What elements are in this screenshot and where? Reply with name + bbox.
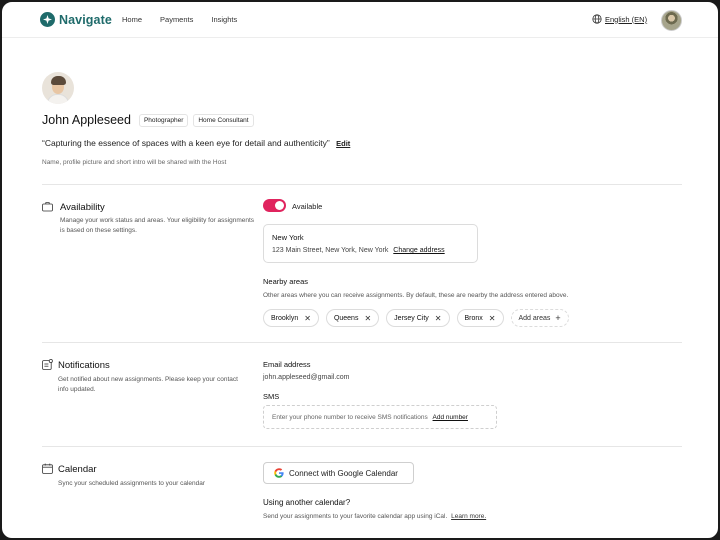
briefcase-icon	[42, 202, 53, 212]
brand-name: Navigate	[59, 12, 112, 27]
add-areas-button[interactable]: Add areas +	[510, 309, 569, 327]
profile-photo	[42, 72, 74, 104]
notification-icon	[42, 359, 53, 370]
availability-title: Availability	[60, 202, 105, 213]
remove-area-icon[interactable]: ✕	[489, 314, 496, 323]
area-chip-label: Bronx	[464, 314, 483, 322]
availability-toggle[interactable]	[263, 199, 286, 212]
area-chip-label: Queens	[333, 314, 359, 322]
language-selector[interactable]: English (EN)	[592, 14, 647, 24]
remove-area-icon[interactable]: ✕	[435, 314, 442, 323]
google-button-label: Connect with Google Calendar	[289, 468, 398, 478]
address-city: New York	[272, 233, 304, 242]
area-chips: Brooklyn ✕ Queens ✕ Jersey City ✕ Bronx ✕ Ad…	[263, 309, 576, 327]
add-number-link[interactable]: Add number	[433, 414, 468, 421]
profile-quote: “Capturing the essence of spaces with a …	[42, 138, 330, 148]
address-card: New York 123 Main Street, New York, New …	[263, 224, 478, 263]
email-label: Email address	[263, 360, 311, 369]
sms-placeholder: Enter your phone number to receive SMS n…	[272, 414, 428, 421]
notifications-title: Notifications	[58, 360, 110, 371]
nav-link-home[interactable]: Home	[122, 15, 142, 24]
other-calendar-description: Send your assignments to your favorite c…	[263, 513, 486, 520]
app-window: Navigate Home Payments Insights English …	[0, 0, 720, 540]
other-calendar-title: Using another calendar?	[263, 498, 351, 507]
section-divider	[42, 446, 682, 447]
top-navigation: Navigate Home Payments Insights English …	[2, 2, 718, 38]
calendar-description: Sync your scheduled assignments to your …	[58, 480, 206, 487]
plus-icon: +	[555, 313, 561, 323]
role-tag: Photographer	[138, 113, 189, 127]
globe-icon	[592, 14, 602, 24]
brand-logo[interactable]: Navigate	[40, 12, 112, 27]
remove-area-icon[interactable]: ✕	[364, 314, 371, 323]
ical-description: Send your assignments to your favorite c…	[263, 513, 448, 520]
profile-intro: “Capturing the essence of spaces with a …	[42, 138, 350, 148]
address-text: 123 Main Street, New York, New York	[272, 247, 389, 254]
profile-name: John Appleseed	[42, 113, 131, 127]
section-divider	[42, 184, 682, 185]
brand-logo-icon	[40, 12, 55, 27]
nav-links: Home Payments Insights	[122, 15, 255, 24]
area-chip: Bronx ✕	[456, 309, 504, 327]
profile-name-row: John Appleseed Photographer Home Consult…	[42, 113, 259, 127]
area-chip: Jersey City ✕	[386, 309, 450, 327]
calendar-icon	[42, 463, 53, 474]
add-areas-label: Add areas	[518, 314, 551, 322]
section-divider	[42, 342, 682, 343]
role-tag: Home Consultant	[193, 113, 254, 127]
change-address-link[interactable]: Change address	[393, 247, 444, 254]
remove-area-icon[interactable]: ✕	[304, 314, 311, 323]
nav-link-insights[interactable]: Insights	[211, 15, 237, 24]
connect-google-calendar-button[interactable]: Connect with Google Calendar	[263, 462, 414, 484]
area-chip: Queens ✕	[325, 309, 380, 327]
user-avatar[interactable]	[661, 10, 682, 31]
notifications-description: Get notified about new assignments. Plea…	[58, 376, 238, 393]
availability-description: Manage your work status and areas. Your …	[60, 217, 255, 234]
learn-more-link[interactable]: Learn more.	[451, 513, 486, 520]
nearby-areas-title: Nearby areas	[263, 277, 309, 286]
shared-info-note: Name, profile picture and short intro wi…	[42, 159, 227, 166]
nav-link-payments[interactable]: Payments	[160, 15, 193, 24]
availability-toggle-label: Available	[292, 202, 323, 211]
toggle-knob	[275, 201, 284, 210]
sms-label: SMS	[263, 392, 280, 401]
email-value: john.appleseed@gmail.com	[263, 374, 350, 381]
language-label: English (EN)	[605, 14, 648, 24]
edit-intro-link[interactable]: Edit	[336, 139, 350, 148]
sms-field[interactable]: Enter your phone number to receive SMS n…	[263, 405, 497, 429]
area-chip-label: Brooklyn	[271, 314, 299, 322]
calendar-title: Calendar	[58, 464, 97, 475]
address-line: 123 Main Street, New York, New York Chan…	[272, 247, 445, 254]
google-icon	[274, 468, 284, 478]
area-chip: Brooklyn ✕	[263, 309, 319, 327]
nearby-areas-description: Other areas where you can receive assign…	[263, 292, 569, 299]
area-chip-label: Jersey City	[394, 314, 429, 322]
